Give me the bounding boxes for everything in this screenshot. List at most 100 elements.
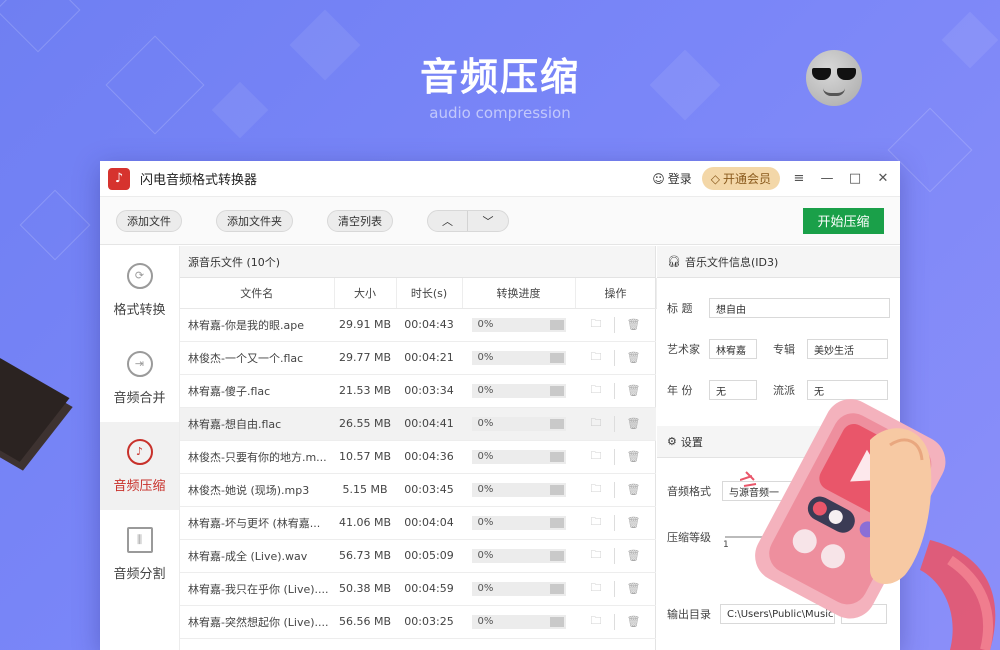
folder-icon[interactable]: 🗀︎ <box>591 513 602 532</box>
toolbar: 添加文件 添加文件夹 清空列表 ︿ ﹀ 开始压缩 <box>100 197 900 245</box>
file-duration: 00:04:21 <box>396 341 462 375</box>
column-header-actions: 操作 <box>575 278 657 309</box>
folder-icon[interactable]: 🗀︎ <box>591 480 602 499</box>
title-field[interactable]: 想自由 <box>709 298 890 318</box>
move-up-button[interactable]: ︿ <box>428 210 468 231</box>
file-list-panel: 源音乐文件 (10个) 文件名 大小 时长(s) 转换进度 操作 林宥嘉-你是我… <box>180 246 657 650</box>
column-header-size[interactable]: 大小 <box>334 278 397 309</box>
file-actions: 🗀︎ 🗑︎ <box>575 605 656 639</box>
file-list-header: 源音乐文件 (10个) <box>180 246 655 278</box>
id3-header: 🎧︎ 音乐文件信息(ID3) <box>657 246 900 278</box>
sidebar-item-label: 音频分割 <box>113 566 166 582</box>
file-actions: 🗀︎ 🗑︎ <box>575 539 656 573</box>
table-row[interactable]: 林俊杰-一个又一个.flac 29.77 MB 00:04:21 0% 🗀︎ 🗑︎ <box>180 341 656 375</box>
file-duration: 00:05:09 <box>396 539 462 573</box>
trash-icon[interactable]: 🗑︎ <box>627 384 641 397</box>
folder-icon[interactable]: 🗀︎ <box>591 348 602 367</box>
file-size: 5.15 MB <box>334 473 396 507</box>
folder-icon[interactable]: 🗀︎ <box>591 414 602 433</box>
table-row[interactable]: 林俊杰-她说 (现场).mp3 5.15 MB 00:03:45 0% 🗀︎ 🗑︎ <box>180 473 656 507</box>
vip-button[interactable]: ◇ 开通会员 <box>701 167 780 190</box>
login-label: 登录 <box>667 172 692 186</box>
compress-level-label: 压缩等级 <box>667 531 711 544</box>
file-size: 21.53 MB <box>334 374 396 408</box>
file-size: 29.91 MB <box>334 308 396 342</box>
file-progress-cell: 0% <box>462 341 575 375</box>
progress-bar: 0% <box>471 614 566 629</box>
file-name: 林俊杰-只要有你的地方.m... <box>180 440 334 474</box>
folder-icon[interactable]: 🗀︎ <box>591 381 602 400</box>
table-row[interactable]: 林宥嘉-想自由.flac 26.55 MB 00:04:41 0% 🗀︎ 🗑︎ <box>180 407 656 441</box>
trash-icon[interactable]: 🗑︎ <box>627 483 641 496</box>
table-row[interactable]: 林宥嘉-突然想起你 (Live).... 56.56 MB 00:03:25 0% 🗀︎… <box>180 605 656 639</box>
album-field[interactable]: 美妙生活 <box>807 339 888 359</box>
action-divider <box>613 613 615 630</box>
refresh-icon: ⟳ <box>126 262 153 289</box>
sidebar-item-label: 格式转换 <box>113 302 166 318</box>
trash-icon[interactable]: 🗑︎ <box>627 582 641 595</box>
file-duration: 00:04:41 <box>396 407 462 441</box>
trash-icon[interactable]: 🗑︎ <box>627 318 641 331</box>
compress-level-min: 1 <box>723 540 729 550</box>
sidebar-item-audio-compress[interactable]: ♪ 音频压缩 <box>100 422 179 510</box>
progress-bar: 0% <box>471 449 566 464</box>
file-size: 41.06 MB <box>334 506 396 540</box>
app-logo-icon: ♪ <box>108 167 130 190</box>
folder-icon[interactable]: 🗀︎ <box>591 546 602 565</box>
bg-diamond <box>0 0 81 53</box>
file-size: 26.55 MB <box>334 407 396 441</box>
table-row[interactable]: 林宥嘉-坏与更坏 (林宥嘉... 41.06 MB 00:04:04 0% 🗀︎ 🗑︎ <box>180 506 656 540</box>
trash-icon[interactable]: 🗑︎ <box>627 417 641 430</box>
add-folder-button[interactable]: 添加文件夹 <box>216 209 293 232</box>
progress-bar: 0% <box>471 515 566 530</box>
progress-bar: 0% <box>471 350 566 365</box>
move-down-button[interactable]: ﹀ <box>468 211 508 231</box>
column-header-duration[interactable]: 时长(s) <box>396 278 463 309</box>
trash-icon[interactable]: 🗑︎ <box>627 351 641 364</box>
trash-icon[interactable]: 🗑︎ <box>627 549 641 562</box>
sidebar-item-audio-split[interactable]: ⫼ 音频分割 <box>100 510 179 598</box>
file-duration: 00:04:36 <box>396 440 462 474</box>
file-actions: 🗀︎ 🗑︎ <box>575 308 656 342</box>
sidebar-item-audio-merge[interactable]: ⇥ 音频合并 <box>100 334 179 422</box>
sidebar-item-label: 音频合并 <box>113 390 166 406</box>
file-actions: 🗀︎ 🗑︎ <box>575 374 656 408</box>
trash-icon[interactable]: 🗑︎ <box>627 615 641 628</box>
trash-icon[interactable]: 🗑︎ <box>627 516 641 529</box>
folder-icon[interactable]: 🗀︎ <box>591 612 602 631</box>
start-compress-button[interactable]: 开始压缩 <box>803 207 884 234</box>
folder-icon[interactable]: 🗀︎ <box>591 579 602 598</box>
progress-bar: 0% <box>471 383 566 398</box>
vip-label: 开通会员 <box>722 172 771 186</box>
app-title: 闪电音频格式转换器 <box>140 173 258 188</box>
file-progress-cell: 0% <box>462 407 575 441</box>
column-header-progress[interactable]: 转换进度 <box>462 278 576 309</box>
login-button[interactable]: ☺ 登录 <box>652 170 692 187</box>
minimize-button[interactable]: — <box>818 171 836 186</box>
table-row[interactable]: 林宥嘉-成全 (Live).wav 56.73 MB 00:05:09 0% 🗀︎ 🗑︎ <box>180 539 656 573</box>
artist-field[interactable]: 林宥嘉 <box>709 339 757 359</box>
clear-list-button[interactable]: 清空列表 <box>327 209 393 232</box>
action-divider <box>613 316 615 333</box>
decorative-cube <box>0 358 70 462</box>
sidebar-item-format-convert[interactable]: ⟳ 格式转换 <box>100 246 179 334</box>
table-row[interactable]: 林俊杰-只要有你的地方.m... 10.57 MB 00:04:36 0% 🗀︎ 🗑︎ <box>180 440 656 474</box>
table-row[interactable]: 林宥嘉-你是我的眼.ape 29.91 MB 00:04:43 0% 🗀︎ 🗑︎ <box>180 308 656 342</box>
user-icon: ☺ <box>652 171 665 186</box>
table-row[interactable]: 林宥嘉-我只在乎你 (Live).... 50.38 MB 00:04:59 0% 🗀︎… <box>180 572 656 606</box>
column-header-name[interactable]: 文件名 <box>180 278 335 309</box>
add-file-button[interactable]: 添加文件 <box>116 209 182 232</box>
maximize-button[interactable]: □ <box>846 171 864 186</box>
folder-icon[interactable]: 🗀︎ <box>591 315 602 334</box>
progress-bar: 0% <box>471 548 566 563</box>
file-size: 50.38 MB <box>334 572 396 606</box>
close-button[interactable]: ✕ <box>874 171 892 186</box>
progress-bar: 0% <box>471 482 566 497</box>
table-row[interactable]: 林宥嘉-傻子.flac 21.53 MB 00:03:34 0% 🗀︎ 🗑︎ <box>180 374 656 408</box>
menu-button[interactable]: ≡ <box>790 171 808 186</box>
trash-icon[interactable]: 🗑︎ <box>627 450 641 463</box>
folder-icon[interactable]: 🗀︎ <box>591 447 602 466</box>
file-name: 林宥嘉-想自由.flac <box>180 407 334 441</box>
file-name: 林宥嘉-坏与更坏 (林宥嘉... <box>180 506 334 540</box>
merge-icon: ⇥ <box>126 350 153 377</box>
